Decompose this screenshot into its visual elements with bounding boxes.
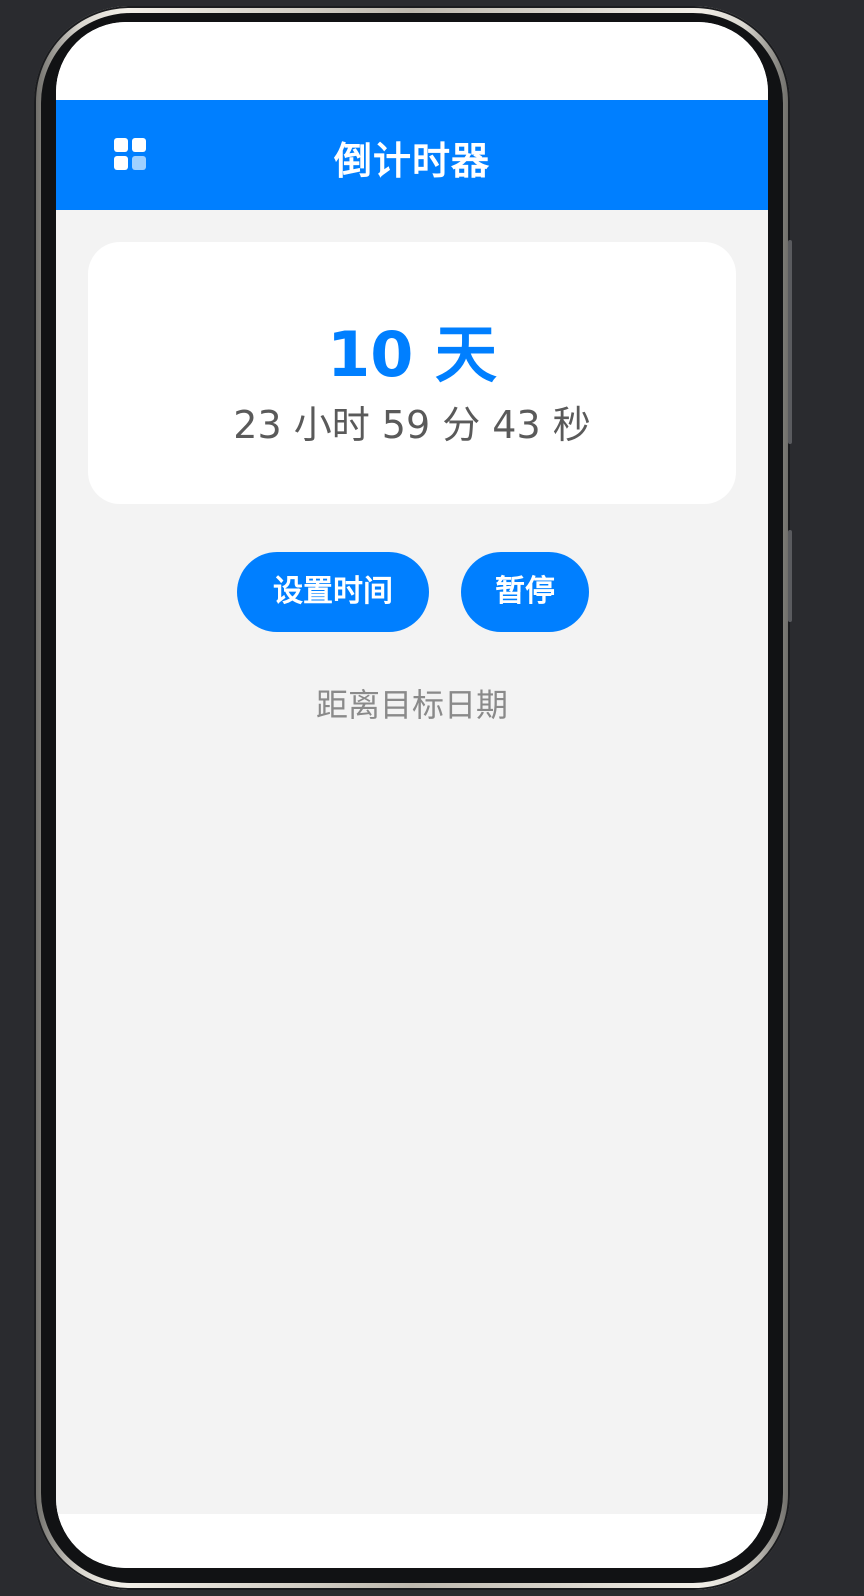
target-date-label: 距离目标日期 (315, 686, 508, 724)
side-button (788, 530, 792, 622)
page-title: 倒计时器 (333, 139, 490, 183)
status-bar (56, 22, 768, 100)
countdown-card: 10 天 23 小时 59 分 43 秒 (88, 242, 736, 504)
countdown-days: 10 天 (327, 318, 497, 391)
set-time-button[interactable]: 设置时间 (237, 552, 429, 632)
pause-button[interactable]: 暂停 (461, 552, 589, 632)
app-screen: 倒计时器 10 天 23 小时 59 分 43 秒 设置时间 暂停 距离目标日期 (56, 22, 768, 1568)
bottom-safe-area (56, 1514, 768, 1568)
app-header: 倒计时器 (56, 100, 768, 210)
side-button (788, 240, 792, 444)
main-content: 10 天 23 小时 59 分 43 秒 设置时间 暂停 距离目标日期 (56, 210, 768, 1514)
countdown-time: 23 小时 59 分 43 秒 (233, 403, 591, 447)
